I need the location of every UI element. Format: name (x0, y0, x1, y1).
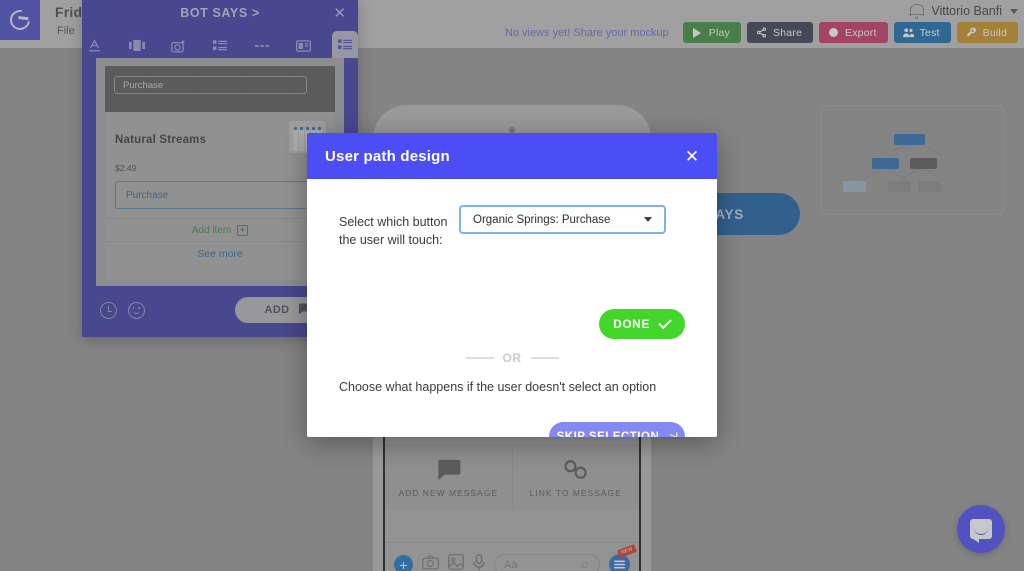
app-root: Fridg File Vittorio Banfi No views yet! … (0, 0, 1024, 571)
skip-forward-icon: >| (669, 429, 678, 438)
or-divider: OR (307, 351, 717, 365)
user-path-design-modal: User path design ✕ Select which button t… (307, 133, 717, 437)
chevron-down-icon (644, 217, 652, 222)
skip-selection-button[interactable]: SKIP SELECTION >| (549, 422, 685, 437)
button-select-value: Organic Springs: Purchase (473, 213, 611, 226)
done-button[interactable]: DONE (599, 309, 685, 339)
modal-header: User path design ✕ (307, 133, 717, 179)
modal-title: User path design (325, 147, 450, 165)
close-icon[interactable]: ✕ (683, 147, 701, 165)
done-label: DONE (613, 317, 650, 331)
check-icon (658, 315, 672, 330)
question-label: Select which button the user will touch: (339, 215, 448, 248)
skip-selection-label: SKIP SELECTION (556, 430, 660, 438)
fallback-label: Choose what happens if the user doesn't … (339, 380, 657, 394)
modal-body: Select which button the user will touch:… (307, 179, 717, 437)
or-label: OR (502, 351, 522, 365)
button-select[interactable]: Organic Springs: Purchase (459, 205, 666, 234)
